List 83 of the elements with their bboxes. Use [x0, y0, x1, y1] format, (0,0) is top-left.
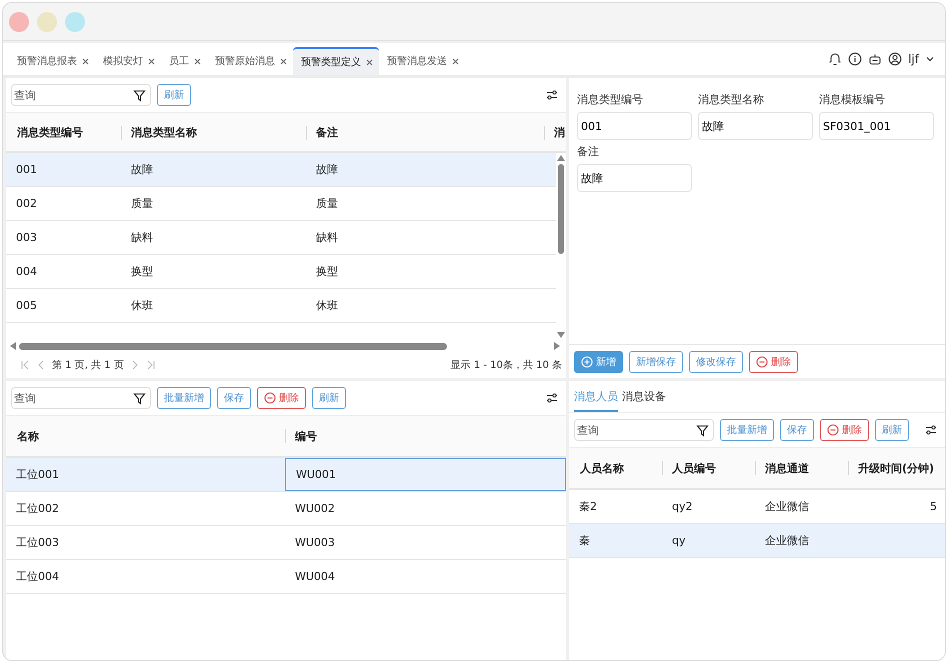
- tab[interactable]: 员工: [161, 47, 207, 75]
- table-cell-text: 工位002: [15, 501, 60, 517]
- table-cell-text: WU002: [294, 501, 336, 517]
- tab[interactable]: 预警消息报表: [9, 47, 95, 75]
- table-row[interactable]: 005 休班 休班: [6, 289, 556, 323]
- table-cell-text: 工位003: [15, 535, 60, 551]
- table-cell-text: 休班: [315, 298, 339, 314]
- table-row[interactable]: 工位003 WU003: [6, 526, 566, 560]
- column-header[interactable]: 人员名称: [580, 460, 624, 476]
- table-cell-text: 005: [15, 298, 38, 314]
- button[interactable]: 保存: [217, 387, 251, 409]
- search-field[interactable]: 查询: [574, 419, 714, 441]
- table-cell-text: 工位004: [15, 569, 60, 585]
- table-row[interactable]: 工位002 WU002: [6, 492, 566, 526]
- table-row[interactable]: 工位004 WU004: [6, 560, 566, 594]
- delete-button[interactable]: 删除: [749, 350, 798, 372]
- delete-button[interactable]: 删除: [257, 387, 306, 409]
- table-row[interactable]: 001 故障 故障: [6, 153, 556, 187]
- table-cell-text: 002: [15, 196, 38, 212]
- column-header[interactable]: 名称: [17, 428, 39, 444]
- field-label: 消息类型名称: [698, 92, 765, 107]
- table-cell-text: 故障: [315, 162, 339, 178]
- column-header[interactable]: 备注: [316, 124, 338, 140]
- table-row[interactable]: 工位001 WU001: [6, 458, 566, 492]
- table-cell-text: 故障: [130, 162, 154, 178]
- input-field[interactable]: 故障: [577, 164, 692, 192]
- button[interactable]: 新增保存: [629, 350, 683, 372]
- column-header[interactable]: 人员编号: [672, 460, 716, 476]
- table-row[interactable]: 004 换型 换型: [6, 255, 556, 289]
- column-header[interactable]: 消息通道: [765, 460, 809, 476]
- table-cell-text: 换型: [315, 264, 339, 280]
- table-cell-text: 秦2: [578, 499, 598, 515]
- table-cell-text: 工位001: [15, 467, 60, 483]
- field-label: 消息模板编号: [819, 92, 886, 107]
- button[interactable]: 批量新增: [720, 419, 774, 441]
- tab[interactable]: 消息设备: [622, 385, 666, 412]
- column-header[interactable]: 编号: [295, 428, 317, 444]
- button[interactable]: 刷新: [875, 419, 909, 441]
- table-row[interactable]: 002 质量 质量: [6, 187, 556, 221]
- table-row[interactable]: 秦 qy 企业微信: [569, 524, 945, 558]
- input-field[interactable]: 001: [577, 112, 692, 140]
- table-cell-text: 质量: [315, 196, 339, 212]
- table-cell-text: 企业微信: [764, 499, 810, 515]
- tab[interactable]: 模拟安灯: [95, 47, 161, 75]
- column-header[interactable]: 消息类型名称: [131, 124, 197, 140]
- table-cell-text: 004: [15, 264, 38, 280]
- button[interactable]: 批量新增: [157, 387, 211, 409]
- table-cell-text: WU004: [294, 569, 336, 585]
- page-info: 第 1 页, 共 1 页: [52, 358, 124, 372]
- table-cell-text: qy2: [671, 499, 694, 515]
- record-count: 显示 1 - 10条，共 10 条: [450, 358, 562, 372]
- table-cell: WU001: [285, 458, 566, 491]
- table-cell-text: 质量: [130, 196, 154, 212]
- table-cell-text: 5: [929, 499, 938, 515]
- table-cell-text: WU003: [294, 535, 336, 551]
- input-field[interactable]: 故障: [698, 112, 813, 140]
- tab[interactable]: 预警消息发送: [379, 47, 465, 75]
- column-header[interactable]: 消息类型编号: [17, 124, 83, 140]
- table-cell-text: 秦: [578, 533, 591, 549]
- button[interactable]: 修改保存: [689, 350, 743, 372]
- table-cell-text: 换型: [130, 264, 154, 280]
- tab[interactable]: 预警类型定义: [293, 47, 379, 75]
- search-field[interactable]: 查询: [11, 84, 151, 106]
- table-cell-text: 缺料: [130, 230, 154, 246]
- column-header[interactable]: 消: [554, 124, 565, 140]
- user-name[interactable]: ljf: [908, 52, 919, 66]
- table-cell-text: qy: [671, 533, 686, 549]
- button[interactable]: 刷新: [157, 84, 191, 106]
- column-header[interactable]: 升级时间(分钟): [858, 460, 934, 476]
- table-cell-text: 缺料: [315, 230, 339, 246]
- search-field[interactable]: 查询: [11, 387, 151, 409]
- table-cell-text: 003: [15, 230, 38, 246]
- field-label: 消息类型编号: [577, 92, 644, 107]
- table-row[interactable]: 003 缺料 缺料: [6, 221, 556, 255]
- tab[interactable]: 预警原始消息: [207, 47, 293, 75]
- button[interactable]: 刷新: [312, 387, 346, 409]
- input-field[interactable]: SF0301_001: [819, 112, 934, 140]
- table-cell-text: 001: [15, 162, 38, 178]
- button[interactable]: 保存: [780, 419, 814, 441]
- field-label: 备注: [577, 144, 600, 159]
- table-cell-text: 休班: [130, 298, 154, 314]
- table-cell-text: 企业微信: [764, 533, 810, 549]
- delete-button[interactable]: 删除: [820, 419, 869, 441]
